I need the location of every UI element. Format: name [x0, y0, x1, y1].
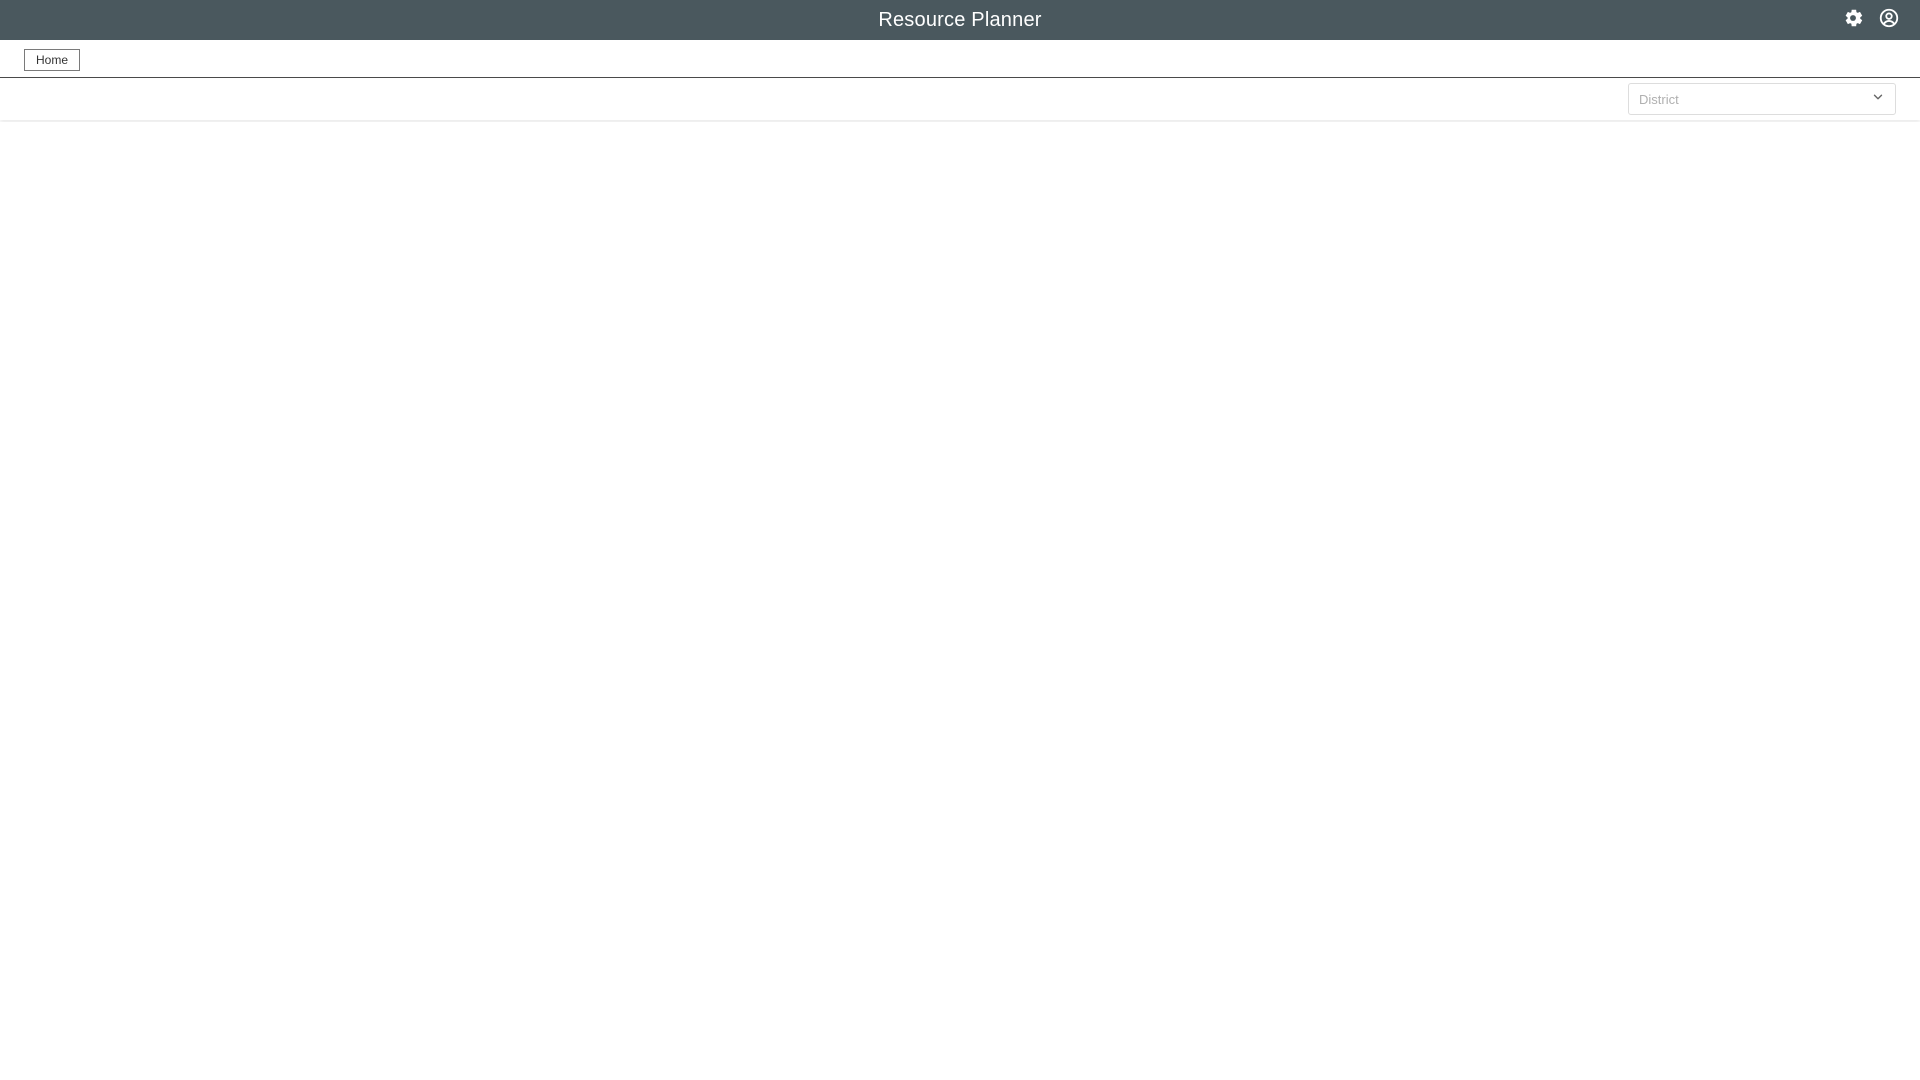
filter-bar: District: [0, 79, 1920, 120]
account-button[interactable]: [1878, 7, 1900, 34]
main-content-area: [0, 122, 1920, 1080]
app-root: Resource Planner Home District: [0, 0, 1920, 1080]
app-title: Resource Planner: [878, 8, 1042, 31]
district-select-placeholder: District: [1639, 91, 1679, 107]
header-actions: [1842, 0, 1900, 40]
gear-icon: [1842, 7, 1864, 34]
nav-bar: Home: [0, 40, 1920, 78]
home-button[interactable]: Home: [24, 49, 81, 71]
district-select[interactable]: District: [1628, 83, 1896, 115]
chevron-down-icon: [1871, 90, 1885, 109]
settings-button[interactable]: [1842, 9, 1864, 31]
account-circle-icon: [1878, 7, 1900, 34]
top-header-bar: Resource Planner: [0, 0, 1920, 40]
